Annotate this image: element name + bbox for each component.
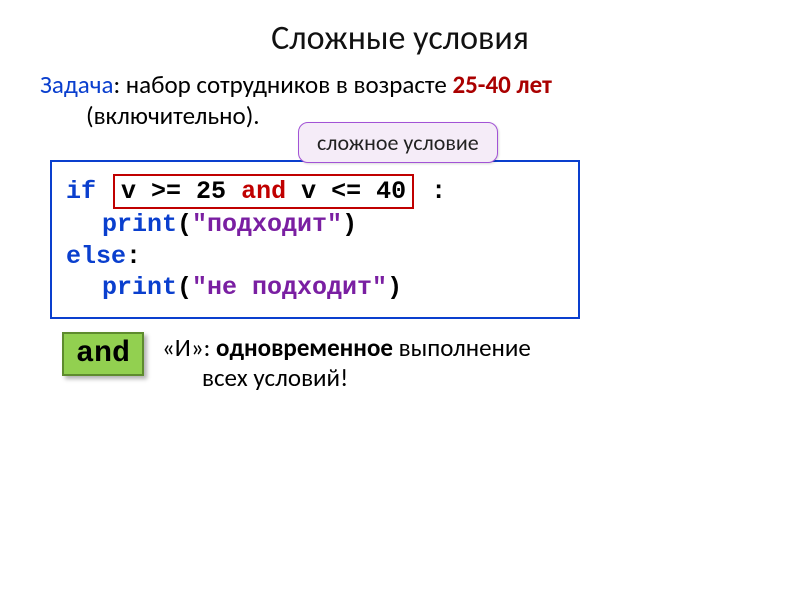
and-description: «И»: одновременное выполнение всех услов… [162,333,531,393]
code-line-4: print("не подходит") [66,272,564,303]
rparen-2: ) [387,273,402,302]
lparen-2: ( [177,273,192,302]
str-2: "не подходит" [192,273,387,302]
task-text1: : набор сотрудников в возрасте [113,69,452,100]
code-line-1: if v >= 25 and v <= 40 : [66,174,564,209]
cond-mid: v <= [301,177,376,206]
else-colon: : [126,242,141,271]
num-40: 40 [376,177,406,206]
and-desc-line1: «И»: одновременное выполнение [162,333,531,363]
callout-label: сложное условие [298,122,498,163]
code-block: if v >= 25 and v <= 40 : print("подходит… [50,160,580,319]
code-line-3: else: [66,241,564,272]
task-label: Задача [40,69,113,100]
lparen-1: ( [177,210,192,239]
kw-print-1: print [102,210,177,239]
code-line-2: print("подходит") [66,209,564,240]
and-bold: одновременное [216,332,393,363]
and-badge-wrap: and [62,332,144,376]
rparen-1: ) [342,210,357,239]
and-rest: выполнение [393,332,531,363]
if-colon: : [431,177,446,206]
and-badge: and [62,332,144,376]
kw-and: and [226,177,301,206]
num-25: 25 [196,177,226,206]
quote-and: «И»: [162,332,216,363]
condition-box: v >= 25 and v <= 40 [113,174,414,209]
kw-else: else [66,242,126,271]
kw-if: if [66,177,96,206]
page-title: Сложные условия [0,0,800,59]
str-1: "подходит" [192,210,342,239]
cond-pre: v >= [121,177,196,206]
and-desc-line2: всех условий! [202,363,531,393]
task-text: Задача: набор сотрудников в возрасте 25-… [0,59,800,132]
slide: Сложные условия Задача: набор сотруднико… [0,0,800,600]
task-age: 25-40 лет [452,69,551,100]
kw-print-2: print [102,273,177,302]
